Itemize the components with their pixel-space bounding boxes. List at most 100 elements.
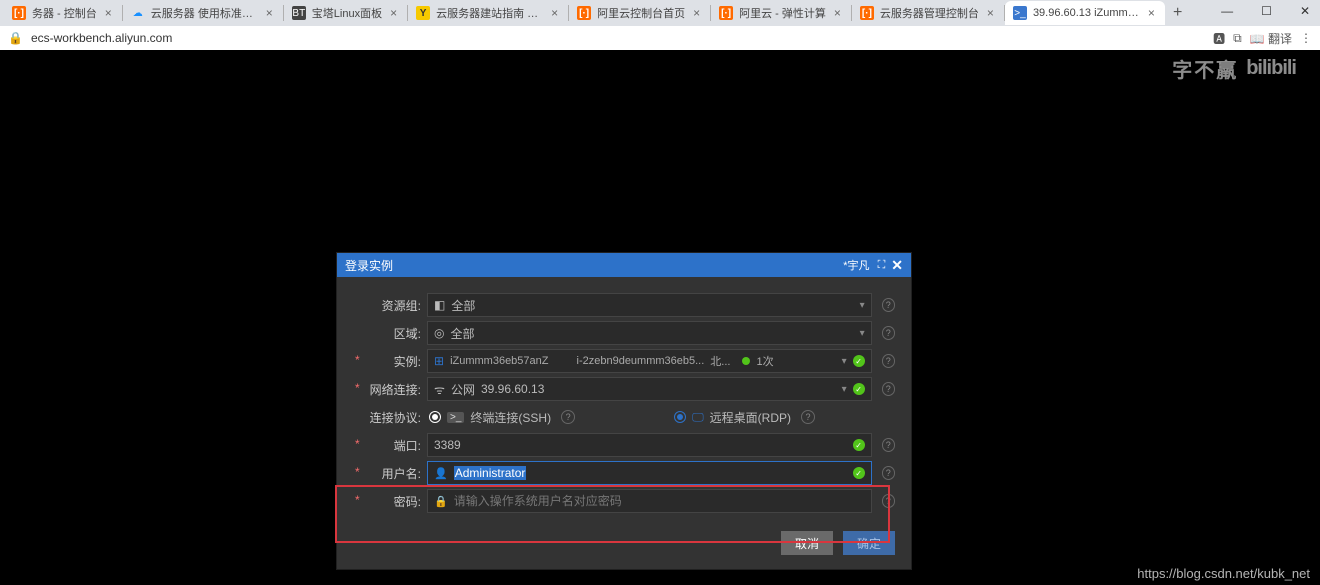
help-icon[interactable]: ? — [801, 410, 815, 424]
url-text[interactable]: ecs-workbench.aliyun.com — [31, 31, 1205, 45]
dialog-title: 登录实例 — [345, 257, 843, 274]
input-username[interactable]: 👤 Administrator ✓ — [427, 461, 872, 485]
select-instance[interactable]: ⊞ iZummm36eb57anZ i-2zebn9deummm36eb5...… — [427, 349, 872, 373]
password-field[interactable] — [454, 494, 865, 508]
help-icon[interactable]: ? — [882, 354, 895, 368]
wifi-icon: ᯤ — [434, 381, 445, 398]
network-ip: 39.96.60.13 — [481, 382, 544, 396]
translate-icon[interactable]: 🅰 — [1213, 30, 1225, 47]
close-window-button[interactable]: ✕ — [1294, 2, 1316, 20]
site-secure-icon[interactable]: 🔒 — [8, 31, 23, 45]
input-port[interactable]: ✓ — [427, 433, 872, 457]
port-field[interactable] — [434, 438, 865, 452]
favicon: [·] — [577, 6, 591, 20]
instance-name: iZummm36eb57anZ — [450, 355, 548, 367]
bilibili-logo: bilibili — [1246, 57, 1296, 80]
address-bar: 🔒 ecs-workbench.aliyun.com 🅰 ⧉ 📖 翻译 ⋮ — [0, 26, 1320, 50]
help-icon[interactable]: ? — [882, 382, 895, 396]
tab-0[interactable]: [·]务器 - 控制台× — [4, 1, 122, 25]
row-password: *密码: 🔒 ? — [353, 487, 895, 515]
dialog-header: 登录实例 *宇凡 ⛶ ✕ — [337, 253, 911, 277]
tab-label: 39.96.60.13 iZummm36e — [1033, 7, 1140, 19]
close-icon[interactable]: × — [691, 6, 702, 20]
close-icon[interactable]: × — [388, 6, 399, 20]
help-icon[interactable]: ? — [882, 298, 895, 312]
chevron-down-icon: ▾ — [842, 356, 847, 367]
tab-1[interactable]: ☁ 云服务器 使用标准登录方式 × — [123, 1, 283, 25]
share-icon[interactable]: ⧉ — [1233, 31, 1242, 46]
instance-id: i-2zebn9deummm36eb5... — [577, 355, 705, 367]
header-author[interactable]: *宇凡 — [843, 257, 869, 273]
username-field[interactable]: Administrator — [454, 466, 527, 480]
expand-icon[interactable]: ⛶ — [878, 259, 886, 272]
group-icon: ◧ — [434, 298, 445, 312]
tab-6[interactable]: [·]云服务器管理控制台× — [852, 1, 1004, 25]
watermark-label: 字不羸 — [1172, 54, 1238, 83]
tab-label: 阿里云控制台首页 — [597, 5, 685, 21]
label-protocol: 连接协议: — [353, 409, 427, 426]
close-icon[interactable]: × — [985, 6, 996, 20]
close-icon[interactable]: × — [1146, 6, 1157, 20]
location-icon: ◎ — [434, 326, 444, 340]
tab-5[interactable]: [·]阿里云 - 弹性计算× — [711, 1, 851, 25]
select-value: 全部 — [451, 297, 475, 314]
help-icon[interactable]: ? — [882, 326, 895, 340]
select-region[interactable]: ◎ 全部 ▾ — [427, 321, 872, 345]
label-instance: *实例: — [353, 353, 427, 370]
lock-icon: 🔒 — [434, 495, 448, 508]
chevron-down-icon: ▾ — [860, 300, 865, 311]
tab-4[interactable]: [·] 阿里云控制台首页 × — [569, 1, 710, 25]
select-network[interactable]: ᯤ 公网 39.96.60.13 ▾ ✓ — [427, 377, 872, 401]
row-username: *用户名: 👤 Administrator ✓ ? — [353, 459, 895, 487]
help-icon[interactable]: ? — [882, 494, 895, 508]
favicon: [·] — [860, 6, 874, 20]
window-controls: — ☐ ✕ — [1215, 2, 1316, 20]
label-resource-group: 资源组: — [353, 297, 427, 314]
windows-icon: ⊞ — [434, 354, 444, 368]
terminal-icon: >_ — [447, 412, 464, 423]
favicon: >_ — [1013, 6, 1027, 20]
new-tab-button[interactable]: + — [1165, 4, 1190, 22]
minimize-button[interactable]: — — [1215, 2, 1239, 20]
label-username: *用户名: — [353, 465, 427, 482]
reader-icon[interactable]: 📖 翻译 — [1250, 30, 1292, 47]
check-icon: ✓ — [853, 439, 865, 451]
ok-button[interactable]: 确定 — [843, 531, 895, 555]
close-icon[interactable]: × — [832, 6, 843, 20]
tab-2[interactable]: BT 宝塔Linux面板 × — [284, 1, 407, 25]
row-protocol: 连接协议: >_ 终端连接(SSH) ? 🖵 远程桌面 — [353, 403, 895, 431]
tab-3[interactable]: Y云服务器建站指南 yun3.cc× — [408, 1, 568, 25]
close-icon[interactable]: × — [549, 6, 560, 20]
status-dot-icon — [742, 357, 750, 365]
favicon: ☁ — [131, 6, 145, 20]
login-dialog: 登录实例 *宇凡 ⛶ ✕ 资源组: ◧ 全部 ▾ ? 区域: — [336, 252, 912, 570]
close-icon[interactable]: × — [264, 6, 275, 20]
close-icon[interactable]: × — [103, 6, 114, 20]
dialog-close-icon[interactable]: ✕ — [891, 257, 903, 274]
tab-label: 云服务器 使用标准登录方式 — [151, 5, 258, 21]
radio-ssh[interactable]: >_ 终端连接(SSH) ? — [429, 409, 575, 426]
tab-label: 宝塔Linux面板 — [312, 5, 382, 21]
row-region: 区域: ◎ 全部 ▾ ? — [353, 319, 895, 347]
favicon: BT — [292, 6, 306, 20]
favicon: [·] — [719, 6, 733, 20]
cancel-button[interactable]: 取消 — [781, 531, 833, 555]
label-password: *密码: — [353, 493, 427, 510]
select-resource-group[interactable]: ◧ 全部 ▾ — [427, 293, 872, 317]
menu-icon[interactable]: ⋮ — [1300, 31, 1312, 45]
help-icon[interactable]: ? — [882, 466, 895, 480]
watermark-top: 字不羸 bilibili — [1172, 54, 1296, 83]
favicon: [·] — [12, 6, 26, 20]
radio-label: 远程桌面(RDP) — [710, 409, 791, 426]
maximize-button[interactable]: ☐ — [1255, 2, 1278, 20]
radio-rdp[interactable]: 🖵 远程桌面(RDP) ? — [674, 409, 815, 426]
input-password[interactable]: 🔒 — [427, 489, 872, 513]
tab-7-active[interactable]: >_ 39.96.60.13 iZummm36e × — [1005, 1, 1165, 25]
chevron-down-icon: ▾ — [860, 328, 865, 339]
row-network: *网络连接: ᯤ 公网 39.96.60.13 ▾ ✓ ? — [353, 375, 895, 403]
page-content: 字不羸 bilibili https://blog.csdn.net/kubk_… — [0, 50, 1320, 585]
row-resource-group: 资源组: ◧ 全部 ▾ ? — [353, 291, 895, 319]
help-icon[interactable]: ? — [561, 410, 575, 424]
instance-region: 北... — [710, 353, 730, 369]
help-icon[interactable]: ? — [882, 438, 895, 452]
